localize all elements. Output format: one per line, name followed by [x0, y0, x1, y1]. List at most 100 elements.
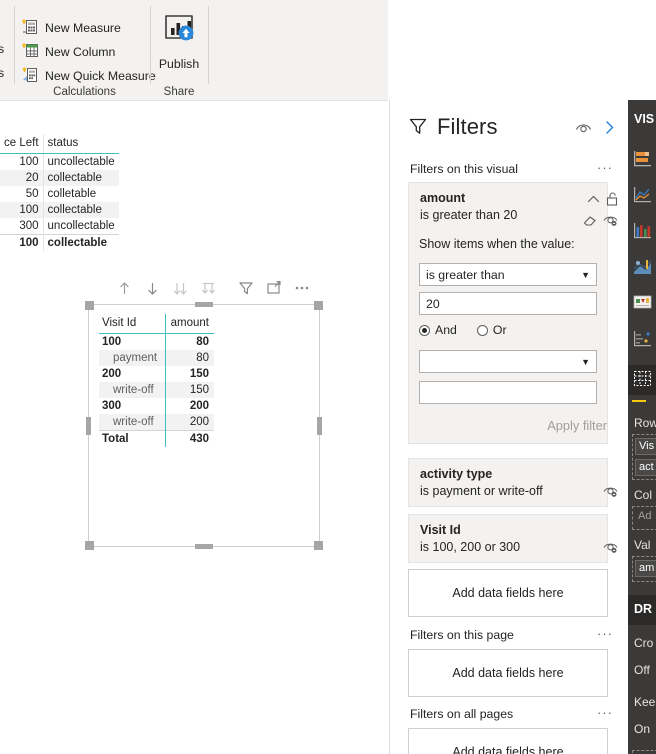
matrix-visual-icon[interactable] [633, 370, 652, 387]
left-cell-status: colletable [42, 186, 119, 202]
well-header-columns: Col [634, 488, 653, 502]
resize-handle-bottom-left[interactable] [85, 541, 94, 550]
field-chip-amount[interactable]: am [635, 560, 656, 577]
table-row[interactable]: 100 collectable [0, 202, 119, 218]
matrix-table[interactable]: Visit Id amount 100 80 payment 80 200 15… [99, 314, 214, 447]
filter-card-visit-id[interactable]: Visit Id is 100, 200 or 300 [408, 514, 608, 563]
clustered-column-chart-icon[interactable] [633, 222, 652, 239]
focus-mode-icon[interactable] [260, 276, 288, 300]
radio-and-dot [419, 324, 430, 336]
table-row[interactable]: 200 150 [99, 366, 214, 382]
dropzone-all-pages-filters[interactable]: Add data fields here [408, 728, 608, 754]
drill-toggle-off[interactable]: Off [634, 663, 650, 677]
resize-handle-top-center[interactable] [195, 302, 213, 307]
filter-value-input-1[interactable]: 20 [419, 292, 597, 315]
filter-card-activity-type[interactable]: activity type is payment or write-off [408, 458, 608, 507]
table-row[interactable]: 20 collectable [0, 170, 119, 186]
section-menu-all-pages-filters[interactable]: ··· [597, 705, 613, 720]
new-measure-button[interactable]: New Measure [22, 17, 121, 39]
resize-handle-bottom-center[interactable] [195, 544, 213, 549]
expand-all-down-icon[interactable] [166, 276, 194, 300]
dropzone-page-filters[interactable]: Add data fields here [408, 649, 608, 697]
filter-card-activity-icons[interactable] [603, 485, 618, 501]
field-chip-activity-type[interactable]: act [635, 459, 656, 476]
hide-filter-icon[interactable] [603, 541, 618, 557]
publish-button[interactable]: Publish [154, 6, 204, 84]
stacked-bar-chart-icon[interactable] [633, 150, 652, 167]
drill-next-level-icon[interactable] [194, 276, 222, 300]
table-row[interactable]: 100 80 [99, 333, 214, 350]
hide-filter-icon[interactable] [603, 214, 618, 230]
chevron-right-icon[interactable] [604, 120, 615, 138]
new-quick-measure-button[interactable]: New Quick Measure [22, 65, 156, 87]
resize-handle-bottom-right[interactable] [314, 541, 323, 550]
matrix-col-amount[interactable]: amount [164, 314, 214, 334]
filter-value-1: 20 [426, 296, 440, 311]
resize-handle-top-left[interactable] [85, 301, 94, 310]
section-menu-visual-filters[interactable]: ··· [597, 160, 613, 175]
table-row[interactable]: 300 200 [99, 398, 214, 414]
table-row[interactable]: Total 430 [99, 430, 214, 447]
drill-up-arrow-icon[interactable] [110, 276, 138, 300]
eraser-icon[interactable] [583, 213, 597, 230]
left-table-col-status[interactable]: status [42, 134, 119, 154]
table-row[interactable]: 100 uncollectable [0, 153, 119, 170]
resize-handle-middle-left[interactable] [86, 417, 91, 435]
filter-funnel-icon[interactable] [232, 276, 260, 300]
radio-and[interactable]: And [419, 323, 457, 337]
table-row[interactable]: write-off 150 [99, 382, 214, 398]
ribbon-divider-1 [14, 6, 15, 84]
combo-chart-icon[interactable] [633, 258, 652, 275]
field-chip-visit-id[interactable]: Vis [635, 438, 656, 455]
filter-condition-select-2[interactable]: ▼ [419, 350, 597, 373]
resize-handle-middle-right[interactable] [317, 417, 322, 435]
hide-filter-icon[interactable] [603, 485, 618, 501]
radio-or[interactable]: Or [476, 323, 507, 337]
left-cell-status: uncollectable [42, 153, 119, 170]
left-data-table[interactable]: ce Left status 100 uncollectable 20 coll… [0, 134, 119, 251]
share-group-label: Share [163, 86, 195, 98]
filter-value-input-2[interactable] [419, 381, 597, 404]
table-row[interactable]: 300 uncollectable [0, 218, 119, 235]
ribbon-chart-icon[interactable] [633, 294, 652, 311]
matrix-visual-frame[interactable]: Visit Id amount 100 80 payment 80 200 15… [88, 304, 320, 547]
section-menu-page-filters[interactable]: ··· [597, 626, 613, 641]
left-table-col-balance-left[interactable]: ce Left [0, 134, 44, 154]
visualizations-pane[interactable]: VIS Row Vis act Col Ad Val am DR Cro Off… [628, 100, 656, 754]
waterfall-chart-icon[interactable] [633, 330, 652, 347]
filter-card-visit-icons[interactable] [603, 541, 618, 557]
new-column-button[interactable]: New Column [22, 41, 115, 63]
well-box-drillthrough[interactable] [632, 750, 656, 754]
filter-card-description: is payment or write-off [420, 484, 543, 498]
lock-open-icon[interactable] [606, 192, 618, 209]
table-row[interactable]: payment 80 [99, 350, 214, 366]
apply-filter-button[interactable]: Apply filter [547, 418, 607, 433]
filter-condition-select-1[interactable]: is greater than ▼ [419, 263, 597, 286]
table-row[interactable]: 50 colletable [0, 186, 119, 202]
drill-toggle-on[interactable]: On [634, 722, 650, 736]
matrix-cell-label: 100 [102, 336, 122, 348]
filter-card-amount-icons-bottom[interactable] [583, 213, 618, 230]
well-placeholder-columns[interactable]: Ad [635, 509, 656, 526]
visual-header-toolbar[interactable] [110, 276, 320, 300]
chevron-up-icon[interactable] [587, 194, 600, 208]
new-quick-measure-icon [22, 66, 39, 86]
table-row[interactable]: write-off 200 [99, 414, 214, 431]
drill-down-arrow-icon[interactable] [138, 276, 166, 300]
matrix-cell-amount: 150 [164, 366, 214, 382]
table-row[interactable]: 100 collectable [0, 234, 119, 251]
more-options-icon[interactable] [288, 276, 316, 300]
new-quick-measure-label: New Quick Measure [45, 69, 156, 83]
matrix-visual-container[interactable]: Visit Id amount 100 80 payment 80 200 15… [85, 281, 323, 550]
resize-handle-top-right[interactable] [314, 301, 323, 310]
left-cell-value: 300 [19, 220, 39, 232]
filter-logic-radio-group[interactable]: And Or [419, 323, 507, 337]
line-chart-icon[interactable] [633, 186, 652, 203]
matrix-col-visit-id[interactable]: Visit Id [99, 314, 166, 334]
filters-header-icons[interactable] [575, 120, 615, 138]
eye-icon[interactable] [575, 121, 592, 137]
dropzone-visual-filters[interactable]: Add data fields here [408, 569, 608, 617]
filters-pane[interactable]: Filters Filters on this visual ··· amoun… [389, 100, 627, 754]
report-canvas[interactable]: ce Left status 100 uncollectable 20 coll… [0, 100, 388, 754]
filter-card-amount-icons-top[interactable] [587, 192, 618, 209]
